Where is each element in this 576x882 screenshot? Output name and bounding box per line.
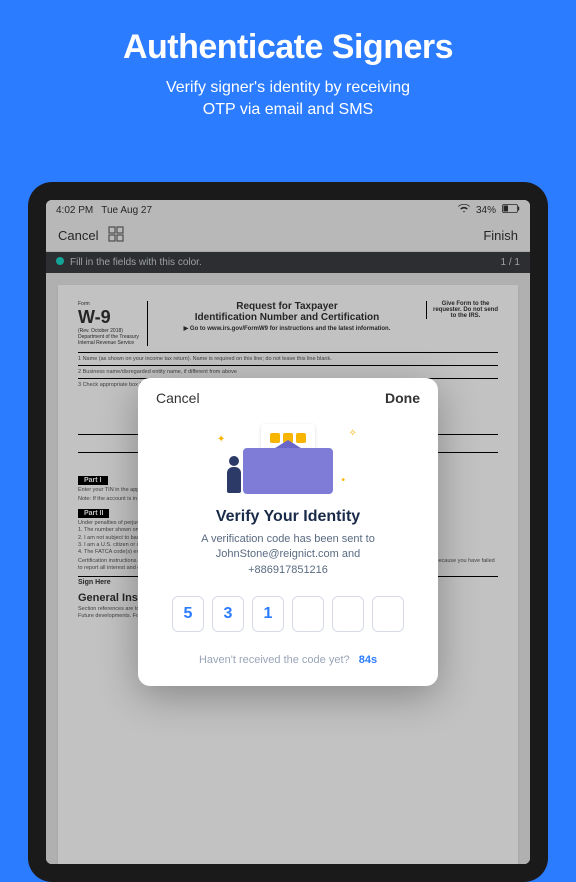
- otp-digit-4[interactable]: [292, 596, 324, 632]
- promo-subtitle: Verify signer's identity by receiving OT…: [32, 77, 544, 122]
- sparkle-icon: •: [341, 475, 345, 486]
- modal-title: Verify Your Identity: [156, 508, 420, 526]
- otp-digit-2[interactable]: 3: [212, 596, 244, 632]
- otp-digit-1[interactable]: 5: [172, 596, 204, 632]
- verify-modal: Cancel Done ✦ ✧ • Verify Your Identity: [138, 378, 438, 686]
- promo-title: Authenticate Signers: [32, 28, 544, 67]
- verify-illustration: ✦ ✧ •: [156, 430, 420, 494]
- app-screen: 4:02 PM Tue Aug 27 34% Cancel Finish: [46, 200, 530, 864]
- tablet-frame: 4:02 PM Tue Aug 27 34% Cancel Finish: [28, 182, 548, 882]
- resend-row: Haven't received the code yet? 84s: [156, 654, 420, 666]
- otp-digit-5[interactable]: [332, 596, 364, 632]
- modal-body: A verification code has been sent to Joh…: [156, 532, 420, 578]
- person-icon: [225, 456, 243, 496]
- otp-digit-3[interactable]: 1: [252, 596, 284, 632]
- modal-overlay: Cancel Done ✦ ✧ • Verify Your Identity: [46, 200, 530, 864]
- modal-cancel-button[interactable]: Cancel: [156, 390, 200, 406]
- sparkle-icon: ✦: [217, 434, 225, 445]
- resend-prompt: Haven't received the code yet?: [199, 654, 350, 666]
- resend-timer: 84s: [359, 654, 377, 666]
- otp-input-row: 5 3 1: [156, 596, 420, 632]
- modal-done-button[interactable]: Done: [385, 390, 420, 406]
- otp-digit-6[interactable]: [372, 596, 404, 632]
- sparkle-icon: ✧: [349, 428, 357, 439]
